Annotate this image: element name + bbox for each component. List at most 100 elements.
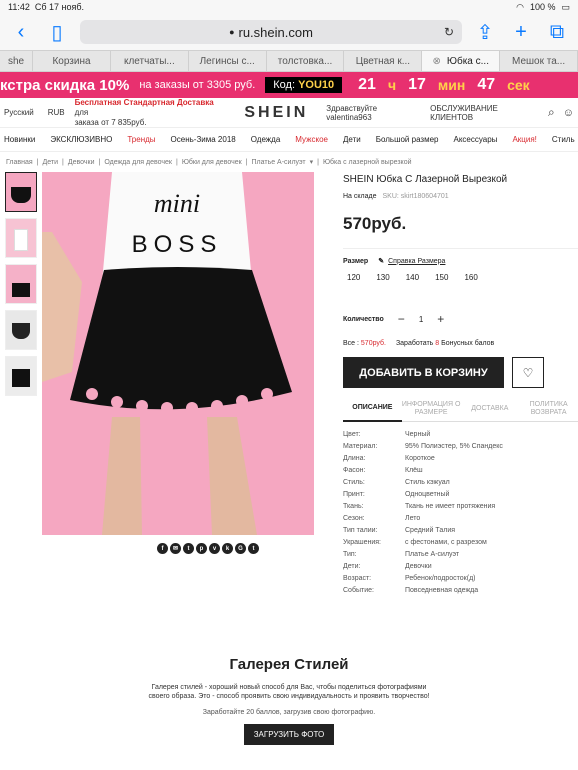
tab-description[interactable]: ОПИСАНИЕ xyxy=(343,396,402,422)
vk-icon[interactable]: v xyxy=(209,543,220,554)
reload-icon[interactable]: ↻ xyxy=(444,25,454,39)
attribute-key: Сезон: xyxy=(343,514,365,522)
add-to-cart-button[interactable]: ДОБАВИТЬ В КОРЗИНУ xyxy=(343,357,504,388)
attribute-value: Средний Талия xyxy=(405,526,456,534)
size-option[interactable]: 140 xyxy=(406,273,419,282)
promo-code-badge: Код: YOU10 xyxy=(265,77,343,93)
thumbnail-3[interactable] xyxy=(5,264,37,304)
breadcrumb-item[interactable]: Юбки для девочек xyxy=(182,159,242,166)
attribute-value: с фестонами, с разрезом xyxy=(405,538,487,546)
bookmarks-icon[interactable]: ▯ xyxy=(44,20,70,45)
product-info: SHEIN Юбка С Лазерной Вырезкой На складе… xyxy=(343,172,578,596)
tab-item[interactable]: толстовка... xyxy=(267,51,345,71)
upload-photo-button[interactable]: ЗАГРУЗИТЬ ФОТО xyxy=(243,724,335,745)
ok-icon[interactable]: k xyxy=(222,543,233,554)
attribute-key: Событие: xyxy=(343,586,374,594)
breadcrumb-item[interactable]: Главная xyxy=(6,159,33,166)
pinterest-icon[interactable]: p xyxy=(196,543,207,554)
thumbnail-5[interactable] xyxy=(5,356,37,396)
breadcrumb-item[interactable]: Одежда для девочек xyxy=(104,159,172,166)
thumbnail-1[interactable] xyxy=(5,172,37,212)
google-plus-icon[interactable]: G xyxy=(235,543,246,554)
detail-tabs: ОПИСАНИЕ ИНФОРМАЦИЯ О РАЗМЕРЕ ДОСТАВКА П… xyxy=(343,396,578,422)
nav-item-exclusive[interactable]: ЭКСКЛЮЗИВНО xyxy=(50,135,112,144)
stock-line: На складе SKU: skirt180604701 xyxy=(343,193,578,200)
nav-item-clothing[interactable]: Одежда xyxy=(251,135,281,144)
site-logo[interactable]: SHEIN xyxy=(244,104,308,122)
email-icon[interactable]: ✉ xyxy=(170,543,181,554)
category-nav: Новинки ЭКСКЛЮЗИВНО Тренды Осень-Зима 20… xyxy=(0,128,578,152)
nav-item-plus-size[interactable]: Большой размер xyxy=(376,135,439,144)
share-icon[interactable]: ⇪ xyxy=(472,20,498,45)
attribute-row: Сезон: Лето xyxy=(343,512,578,524)
attribute-list: Цвет: Черный Материал: 95% Полиэстер, 5% С… xyxy=(343,428,578,596)
size-option[interactable]: 160 xyxy=(464,273,477,282)
greeting-link[interactable]: Здравствуйте valentina963 xyxy=(326,104,422,122)
quantity-stepper: Количество − 1 + xyxy=(343,312,578,326)
nav-item-trends[interactable]: Тренды xyxy=(127,135,155,144)
thumbnail-4[interactable] xyxy=(5,310,37,350)
size-option[interactable]: 120 xyxy=(347,273,360,282)
thumbnail-2[interactable] xyxy=(5,218,37,258)
tabs-overview-icon[interactable]: ⧉ xyxy=(544,21,570,44)
tab-label: Мешок та... xyxy=(512,55,566,67)
tab-item[interactable]: Цветная к... xyxy=(344,51,423,71)
size-guide-link[interactable]: Справка Размера xyxy=(388,258,445,265)
product-image[interactable]: mini BOSS xyxy=(42,172,314,535)
back-icon[interactable]: ‹ xyxy=(8,21,34,44)
timer-minutes: 17 xyxy=(408,76,426,93)
breadcrumb-sep: | xyxy=(98,158,101,166)
attribute-value: Клёш xyxy=(405,466,423,474)
nav-item-men[interactable]: Мужское xyxy=(295,135,328,144)
currency-select[interactable]: RUB xyxy=(48,108,65,117)
product-price: 570руб. xyxy=(343,214,407,233)
size-option[interactable]: 150 xyxy=(435,273,448,282)
nav-item-fall-winter[interactable]: Осень-Зима 2018 xyxy=(171,135,236,144)
search-icon[interactable]: ⌕ xyxy=(548,105,555,120)
minus-icon[interactable]: − xyxy=(398,312,405,326)
nav-item-sale[interactable]: Акция! xyxy=(512,135,536,144)
tumblr-icon[interactable]: t xyxy=(248,543,259,554)
plus-icon[interactable]: + xyxy=(437,312,444,326)
breadcrumb-item[interactable]: Платье А-силуэт xyxy=(252,159,306,166)
customer-service-link[interactable]: ОБСЛУЖИВАНИЕ КЛИЕНТОВ xyxy=(430,104,540,122)
tab-return-policy[interactable]: ПОЛИТИКА ВОЗВРАТА xyxy=(519,401,578,417)
shipping-notice[interactable]: Бесплатная Стандартная Доставка для зака… xyxy=(75,98,227,128)
breadcrumb-item[interactable]: Девочки xyxy=(68,159,95,166)
quantity-value[interactable]: 1 xyxy=(419,315,423,324)
attribute-value: Лето xyxy=(405,514,421,522)
facebook-icon[interactable]: f xyxy=(157,543,168,554)
attribute-row: Возраст: Ребенок/подросток(д) xyxy=(343,572,578,584)
tab-item[interactable]: Корзина xyxy=(33,51,111,71)
address-bar[interactable]: ● ru.shein.com ↻ xyxy=(80,20,462,44)
nav-item-accessories[interactable]: Аксессуары xyxy=(454,135,498,144)
tab-item[interactable]: Легинсы с... xyxy=(189,51,267,71)
attribute-value: Ткань не имеет протяжения xyxy=(405,502,496,510)
size-option[interactable]: 130 xyxy=(376,273,389,282)
attribute-key: Фасон: xyxy=(343,466,366,474)
twitter-icon[interactable]: t xyxy=(183,543,194,554)
timer-minutes-unit: мин xyxy=(437,77,466,93)
product-photo: mini BOSS xyxy=(42,172,314,535)
social-share: f ✉ t p v k G t xyxy=(37,543,314,554)
tab-item[interactable]: she xyxy=(0,51,34,71)
tab-item-active[interactable]: ⊗ Юбка с... xyxy=(422,51,501,71)
close-tab-icon[interactable]: ⊗ xyxy=(432,56,440,67)
nav-item-kids[interactable]: Дети xyxy=(343,135,361,144)
new-tab-icon[interactable]: + xyxy=(508,21,534,44)
breadcrumb-item[interactable]: Дети xyxy=(42,159,58,166)
tab-item[interactable]: клетчаты... xyxy=(111,51,189,71)
account-icon[interactable]: ☺ xyxy=(563,107,574,119)
tab-item[interactable]: Мешок та... xyxy=(500,51,578,71)
tab-delivery[interactable]: ДОСТАВКА xyxy=(461,405,520,413)
breadcrumb-sep: | xyxy=(62,158,64,166)
nav-item-style[interactable]: Стиль xyxy=(552,135,575,144)
promo-banner[interactable]: кстра скидка 10% на заказы от 3305 руб. … xyxy=(0,72,578,98)
tab-size-info[interactable]: ИНФОРМАЦИЯ О РАЗМЕРЕ xyxy=(402,401,461,417)
wishlist-heart-icon[interactable]: ♡ xyxy=(512,357,544,388)
site-header: Русский RUB Бесплатная Стандартная Доста… xyxy=(0,98,578,128)
status-date: Сб 17 нояб. xyxy=(34,2,85,12)
language-select[interactable]: Русский xyxy=(4,108,34,117)
attribute-value: Девочки xyxy=(405,562,432,570)
nav-item-new[interactable]: Новинки xyxy=(4,135,35,144)
